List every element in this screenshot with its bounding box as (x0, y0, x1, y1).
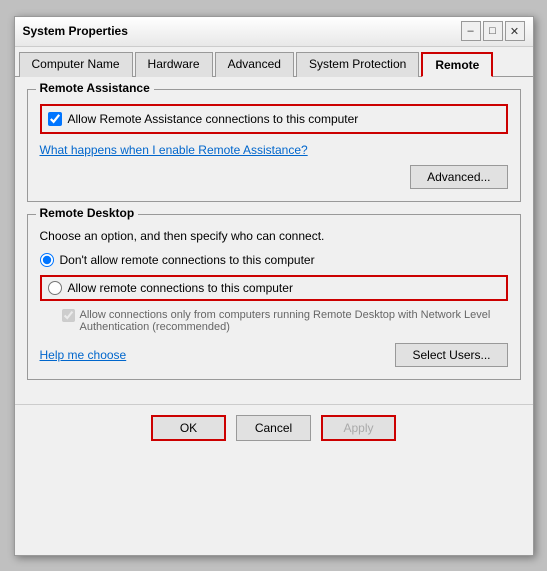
remote-desktop-description: Choose an option, and then specify who c… (40, 229, 508, 243)
remote-assistance-help-link[interactable]: What happens when I enable Remote Assist… (40, 143, 308, 157)
nla-checkbox[interactable] (62, 309, 75, 322)
remote-desktop-content: Choose an option, and then specify who c… (40, 229, 508, 367)
remote-assistance-title: Remote Assistance (36, 81, 154, 95)
dont-allow-radio-row: Don't allow remote connections to this c… (40, 253, 508, 267)
tab-advanced[interactable]: Advanced (215, 52, 294, 77)
tab-system-protection[interactable]: System Protection (296, 52, 419, 77)
dont-allow-label: Don't allow remote connections to this c… (60, 253, 315, 267)
system-properties-window: System Properties – □ ✕ Computer Name Ha… (14, 16, 534, 556)
tab-content: Remote Assistance Allow Remote Assistanc… (15, 77, 533, 404)
title-bar: System Properties – □ ✕ (15, 17, 533, 47)
window-title: System Properties (23, 24, 128, 38)
window-controls: – □ ✕ (461, 21, 525, 41)
tab-computer-name[interactable]: Computer Name (19, 52, 133, 77)
allow-remote-assistance-label: Allow Remote Assistance connections to t… (68, 112, 359, 126)
allow-remote-radio-row: Allow remote connections to this compute… (40, 275, 508, 301)
tab-bar: Computer Name Hardware Advanced System P… (15, 47, 533, 77)
dont-allow-radio[interactable] (40, 253, 54, 267)
help-me-choose-link[interactable]: Help me choose (40, 348, 127, 362)
footer: OK Cancel Apply (15, 404, 533, 451)
allow-remote-assistance-row: Allow Remote Assistance connections to t… (40, 104, 508, 134)
ok-button[interactable]: OK (151, 415, 226, 441)
allow-remote-assistance-checkbox[interactable] (48, 112, 62, 126)
remote-assistance-content: Allow Remote Assistance connections to t… (40, 104, 508, 189)
select-users-button[interactable]: Select Users... (395, 343, 507, 367)
nla-option-row: Allow connections only from computers ru… (62, 309, 508, 333)
apply-button[interactable]: Apply (321, 415, 396, 441)
close-button[interactable]: ✕ (505, 21, 525, 41)
remote-assistance-group: Remote Assistance Allow Remote Assistanc… (27, 89, 521, 202)
minimize-button[interactable]: – (461, 21, 481, 41)
tab-hardware[interactable]: Hardware (135, 52, 213, 77)
tab-remote[interactable]: Remote (421, 52, 493, 77)
allow-remote-label: Allow remote connections to this compute… (68, 281, 293, 295)
advanced-button-row: Advanced... (40, 165, 508, 189)
nla-label: Allow connections only from computers ru… (80, 309, 508, 333)
remote-desktop-title: Remote Desktop (36, 206, 139, 220)
remote-desktop-group: Remote Desktop Choose an option, and the… (27, 214, 521, 380)
advanced-button[interactable]: Advanced... (410, 165, 507, 189)
allow-remote-radio[interactable] (48, 281, 62, 295)
remote-desktop-bottom-row: Help me choose Select Users... (40, 343, 508, 367)
maximize-button[interactable]: □ (483, 21, 503, 41)
cancel-button[interactable]: Cancel (236, 415, 311, 441)
